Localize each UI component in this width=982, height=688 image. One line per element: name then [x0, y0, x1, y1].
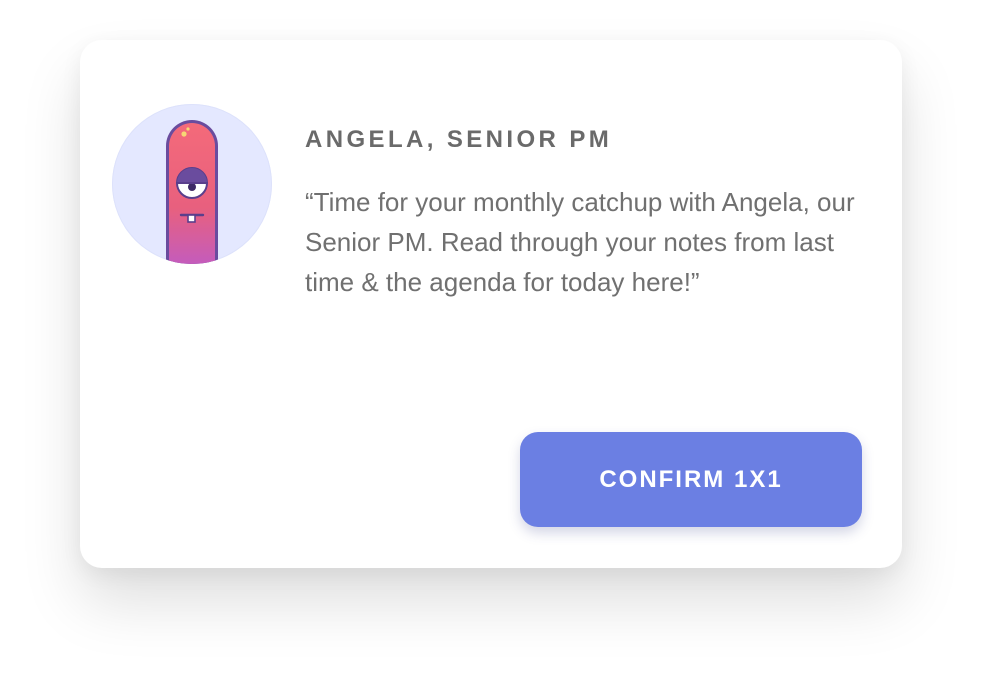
person-name-title: ANGELA, SENIOR PM	[305, 126, 613, 153]
page-background: ANGELA, SENIOR PM “Time for your monthly…	[0, 0, 982, 688]
monster-avatar-icon	[166, 120, 218, 264]
notification-card: ANGELA, SENIOR PM “Time for your monthly…	[80, 40, 902, 568]
avatar	[112, 104, 272, 264]
message-text: “Time for your monthly catchup with Ange…	[305, 187, 855, 297]
confirm-1x1-button[interactable]: CONFIRM 1X1	[520, 432, 862, 527]
